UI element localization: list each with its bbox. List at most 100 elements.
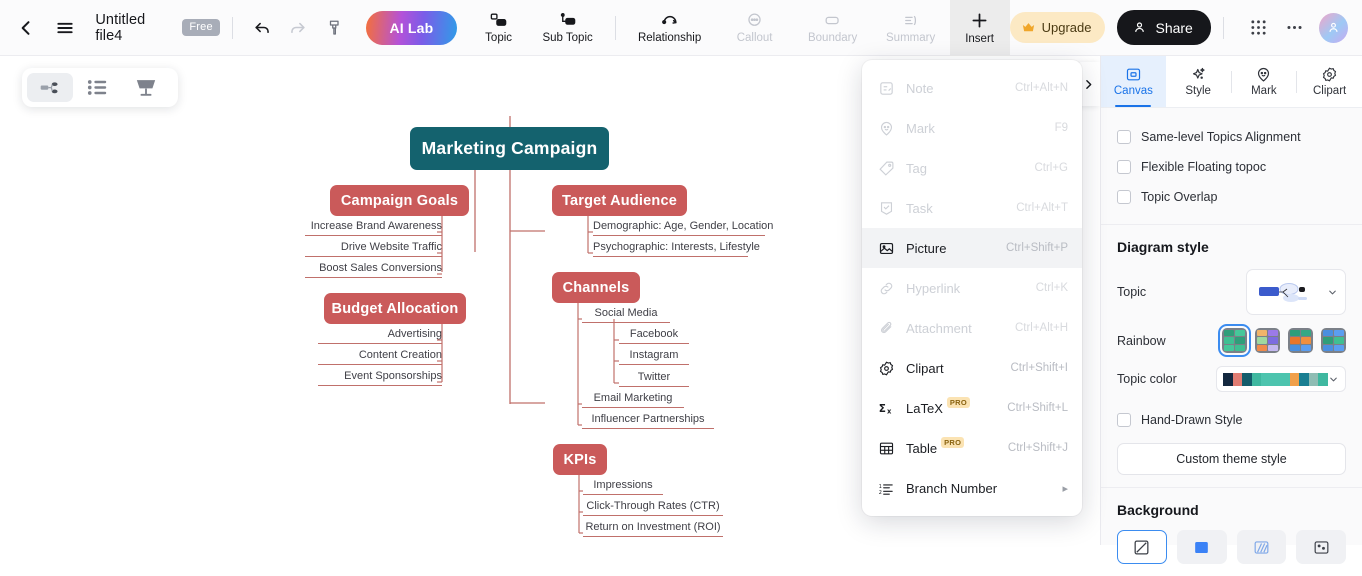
mindmap-leaf[interactable]: Demographic: Age, Gender, Location (593, 220, 773, 236)
insert-dropdown-menu: Note Ctrl+Alt+N Mark F9 Tag Ctrl+G Task … (862, 60, 1082, 516)
menu-item-text: LaTeX (906, 400, 943, 416)
option-label: Hand-Drawn Style (1141, 413, 1243, 427)
tool-topic[interactable]: Topic (469, 0, 529, 56)
topic-color-dropdown[interactable] (1216, 366, 1346, 392)
mindmap-branch-target-audience[interactable]: Target Audience (552, 185, 687, 216)
divider (1222, 16, 1224, 39)
menu-item-label: Attachment (906, 320, 972, 336)
rainbow-option-3[interactable] (1288, 328, 1313, 353)
tool-topic-label: Topic (485, 31, 513, 44)
menu-item-mark: Mark F9 (862, 108, 1082, 148)
mindmap-leaf[interactable]: Boost Sales Conversions (305, 262, 442, 278)
mindmap-leaf[interactable]: Event Sponsorships (318, 370, 442, 386)
rainbow-options (1218, 324, 1346, 357)
upgrade-button[interactable]: Upgrade (1009, 12, 1106, 43)
tool-relationship[interactable]: Relationship (624, 0, 716, 56)
tab-canvas[interactable]: Canvas (1101, 56, 1166, 107)
undo-icon[interactable] (248, 13, 277, 43)
mindmap-branch-kpis[interactable]: KPIs (553, 444, 607, 475)
mindmap-leaf[interactable]: Increase Brand Awareness (305, 220, 442, 236)
bg-none-icon (1134, 540, 1149, 554)
file-name[interactable]: Untitled file4 (95, 12, 173, 44)
tab-clipart[interactable]: Clipart (1297, 56, 1362, 107)
topic-layout-preview-icon (1259, 283, 1307, 302)
option-hand-drawn-style[interactable]: Hand-Drawn Style (1117, 405, 1346, 435)
rainbow-option-1[interactable] (1218, 324, 1251, 357)
mindmap-leaf[interactable]: Facebook (619, 328, 689, 344)
mindmap-leaf[interactable]: Return on Investment (ROI) (583, 521, 723, 537)
more-horizontal-icon[interactable] (1278, 11, 1311, 45)
option-flexible-floating-topic[interactable]: Flexible Floating topoc (1117, 152, 1346, 182)
background-option-none[interactable] (1117, 530, 1167, 564)
background-option-image[interactable] (1296, 530, 1346, 564)
clipart-icon (878, 360, 900, 377)
menu-item-task: Task Ctrl+Alt+T (862, 188, 1082, 228)
mindmap-leaf[interactable]: Email Marketing (582, 392, 684, 408)
background-option-pattern[interactable] (1236, 530, 1287, 564)
checkbox[interactable] (1117, 160, 1131, 174)
ai-lab-button[interactable]: AI Lab (366, 10, 457, 45)
option-label: Flexible Floating topoc (1141, 160, 1267, 174)
option-label: Topic Overlap (1141, 190, 1218, 204)
mindmap-leaf[interactable]: Influencer Partnerships (582, 413, 714, 429)
mindmap-branch-campaign-goals[interactable]: Campaign Goals (330, 185, 469, 216)
menu-item-label: Picture (906, 240, 947, 256)
mindmap-leaf[interactable]: Content Creation (318, 349, 442, 365)
mindmap-leaf[interactable]: Advertising (318, 328, 442, 344)
tool-sub-topic-label: Sub Topic (542, 31, 593, 44)
option-same-level-alignment[interactable]: Same-level Topics Alignment (1117, 122, 1346, 152)
menu-item-shortcut: Ctrl+Shift+J (1007, 442, 1068, 454)
bg-color-icon (1195, 541, 1208, 553)
tool-relationship-label: Relationship (637, 32, 702, 45)
checkbox[interactable] (1117, 130, 1131, 144)
tab-clipart-label: Clipart (1313, 85, 1347, 97)
mindmap-branch-budget-allocation[interactable]: Budget Allocation (324, 293, 466, 324)
plan-badge: Free (182, 19, 220, 36)
tab-mark[interactable]: Mark (1232, 56, 1297, 107)
format-painter-icon[interactable] (320, 13, 349, 43)
redo-icon[interactable] (283, 13, 312, 43)
mindmap-leaf[interactable]: Drive Website Traffic (305, 241, 442, 257)
section-title: Diagram style (1117, 239, 1209, 255)
menu-item-branch-number[interactable]: 12 Branch Number ▸ (862, 468, 1082, 508)
rainbow-option-4[interactable] (1321, 328, 1346, 353)
mindmap-leaf[interactable]: Click-Through Rates (CTR) (583, 500, 723, 516)
tool-sub-topic[interactable]: Sub Topic (529, 0, 607, 56)
mindmap-leaf[interactable]: Social Media (582, 307, 670, 323)
menu-item-picture[interactable]: Picture Ctrl+Shift+P (862, 228, 1082, 268)
diagram-style-section: Diagram style Topic Rainbow Topic color … (1101, 225, 1362, 488)
svg-text:1: 1 (879, 483, 882, 489)
grid-apps-icon[interactable] (1242, 11, 1275, 45)
mindmap-leaf[interactable]: Psychographic: Interests, Lifestyle (593, 241, 760, 257)
background-option-color[interactable] (1176, 530, 1227, 564)
right-side-panel: Canvas Style Mark Clipart Same-level Top… (1100, 56, 1362, 564)
tab-style[interactable]: Style (1166, 56, 1231, 107)
mindmap-leaf[interactable]: Instagram (619, 349, 689, 365)
menu-item-clipart[interactable]: Clipart Ctrl+Shift+I (862, 348, 1082, 388)
rainbow-option-2[interactable] (1255, 328, 1280, 353)
menu-item-shortcut: Ctrl+Shift+I (1010, 362, 1068, 374)
menu-item-table[interactable]: Table PRO Ctrl+Shift+J (862, 428, 1082, 468)
tool-insert-label: Insert (965, 32, 994, 45)
summary-icon (905, 15, 917, 25)
custom-theme-style-button[interactable]: Custom theme style (1117, 443, 1346, 475)
background-section: Background (1101, 488, 1362, 576)
user-avatar[interactable] (1319, 12, 1348, 43)
tab-style-label: Style (1185, 85, 1211, 97)
menu-item-latex[interactable]: Σx LaTeX PRO Ctrl+Shift+L (862, 388, 1082, 428)
mindmap-root-node[interactable]: Marketing Campaign (410, 127, 609, 170)
topic-layout-dropdown[interactable] (1246, 269, 1346, 315)
share-button[interactable]: Share (1117, 10, 1211, 45)
mindmap-leaf[interactable]: Twitter (619, 371, 689, 387)
hamburger-menu-icon[interactable] (49, 11, 82, 45)
menu-item-shortcut: F9 (1054, 122, 1068, 134)
menu-item-text: Table (906, 440, 938, 456)
checkbox[interactable] (1117, 413, 1131, 427)
tool-insert[interactable]: Insert (949, 0, 1010, 56)
mindmap-leaf[interactable]: Impressions (583, 479, 663, 495)
mindmap-branch-channels[interactable]: Channels (552, 272, 640, 303)
checkbox[interactable] (1117, 190, 1131, 204)
option-topic-overlap[interactable]: Topic Overlap (1117, 182, 1346, 212)
back-icon[interactable] (10, 11, 43, 45)
tag-icon (878, 160, 900, 177)
